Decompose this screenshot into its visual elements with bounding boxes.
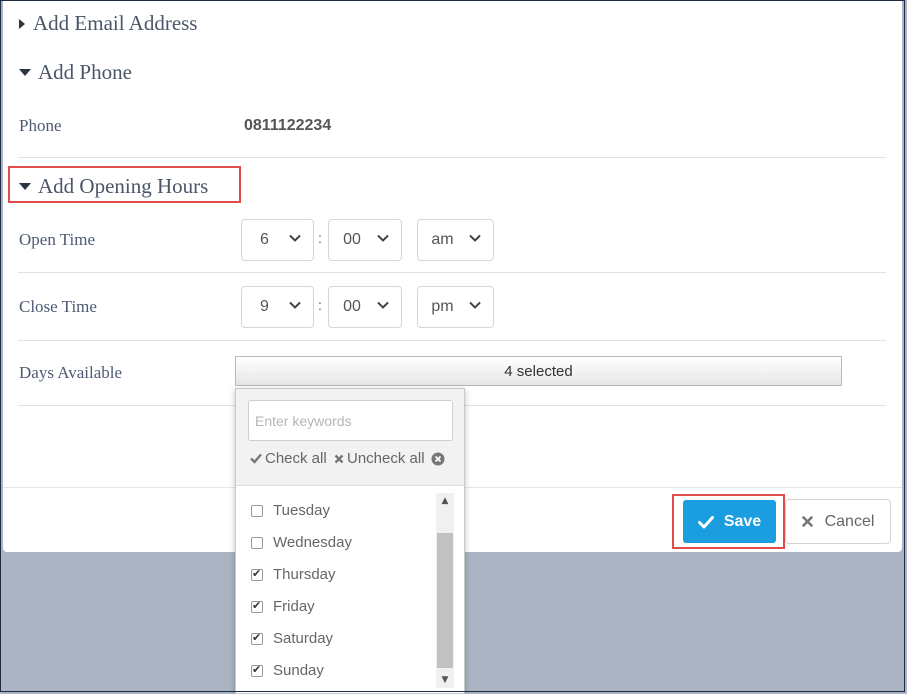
checkbox[interactable] xyxy=(251,504,263,517)
check-icon xyxy=(697,515,714,528)
checkbox[interactable] xyxy=(251,631,263,645)
day-option-sunday[interactable]: Sunday xyxy=(251,662,324,679)
save-label: Save xyxy=(723,512,762,530)
checkbox[interactable] xyxy=(251,599,263,613)
check-icon xyxy=(250,453,262,464)
uncheck-all-label: Uncheck all xyxy=(347,450,425,467)
section-phone-toggle[interactable]: Add Phone xyxy=(19,60,132,85)
day-option-friday[interactable]: Friday xyxy=(251,598,315,615)
open-hour-value: 6 xyxy=(260,231,269,248)
phone-label: Phone xyxy=(19,116,62,135)
caret-right-icon xyxy=(19,18,25,29)
day-label: Saturday xyxy=(273,630,334,647)
day-label: Thursday xyxy=(273,566,336,583)
open-ampm-select[interactable]: am xyxy=(417,219,494,261)
chevron-down-icon xyxy=(377,301,389,309)
dropdown-scrollbar[interactable]: ▲ ▼ xyxy=(436,493,454,688)
open-minute-select[interactable]: 00 xyxy=(328,219,402,261)
chevron-down-icon xyxy=(377,234,389,242)
check-all-link[interactable]: Check all xyxy=(250,450,327,467)
uncheck-all-link[interactable]: Uncheck all xyxy=(334,450,425,467)
close-icon xyxy=(334,454,344,463)
scroll-up-icon[interactable]: ▲ xyxy=(436,493,454,509)
scroll-down-icon[interactable]: ▼ xyxy=(436,672,454,688)
day-option-wednesday[interactable]: Wednesday xyxy=(251,534,352,551)
day-label: Tuesday xyxy=(273,502,330,519)
checkbox[interactable] xyxy=(251,536,263,549)
clear-circle-icon[interactable] xyxy=(431,452,445,466)
close-minute-value: 00 xyxy=(343,298,361,315)
days-multiselect-button[interactable]: 4 selected xyxy=(235,356,842,386)
chevron-down-icon xyxy=(289,234,301,242)
days-list: Tuesday Wednesday Thursday Friday Saturd… xyxy=(236,486,436,694)
close-icon xyxy=(801,516,813,527)
divider xyxy=(18,340,886,341)
close-hour-select[interactable]: 9 xyxy=(241,286,314,328)
save-button[interactable]: Save xyxy=(683,500,776,543)
days-selected-summary: 4 selected xyxy=(504,362,573,380)
divider xyxy=(18,157,886,158)
close-minute-select[interactable]: 00 xyxy=(328,286,402,328)
divider xyxy=(18,272,886,273)
section-email-label: Add Email Address xyxy=(33,11,198,35)
day-option-saturday[interactable]: Saturday xyxy=(251,630,333,647)
chevron-down-icon xyxy=(469,301,481,309)
dropdown-header: Check all Uncheck all xyxy=(236,389,464,486)
days-dropdown: Check all Uncheck all Tuesday Wednesday … xyxy=(235,388,465,694)
close-ampm-value: pm xyxy=(431,298,454,315)
days-available-label: Days Available xyxy=(19,363,123,382)
check-all-label: Check all xyxy=(265,450,327,467)
section-email-toggle[interactable]: Add Email Address xyxy=(19,11,197,36)
open-minute-value: 00 xyxy=(343,231,361,248)
phone-value: 0811122234 xyxy=(244,117,332,134)
close-time-label: Close Time xyxy=(19,297,97,316)
day-option-thursday[interactable]: Thursday xyxy=(251,566,336,583)
day-option-tuesday[interactable]: Tuesday xyxy=(251,502,330,519)
scrollbar-thumb[interactable] xyxy=(437,533,453,668)
checkbox[interactable] xyxy=(251,663,263,677)
cancel-button[interactable]: Cancel xyxy=(785,499,891,544)
caret-down-icon xyxy=(19,69,31,76)
chevron-down-icon xyxy=(289,301,301,309)
time-separator: : xyxy=(318,297,322,313)
day-label: Sunday xyxy=(273,662,324,679)
cancel-label: Cancel xyxy=(824,512,875,530)
time-separator: : xyxy=(318,230,322,246)
open-hour-select[interactable]: 6 xyxy=(241,219,314,261)
open-ampm-value: am xyxy=(431,231,454,248)
day-label: Friday xyxy=(273,598,315,615)
checkbox[interactable] xyxy=(251,567,263,581)
chevron-down-icon xyxy=(469,234,481,242)
keyword-search-input[interactable] xyxy=(248,400,453,441)
annotation-highlight-hours xyxy=(8,166,241,203)
open-time-label: Open Time xyxy=(19,230,96,249)
close-ampm-select[interactable]: pm xyxy=(417,286,494,328)
section-phone-label: Add Phone xyxy=(38,60,132,84)
day-label: Wednesday xyxy=(273,534,352,551)
close-hour-value: 9 xyxy=(260,298,269,315)
